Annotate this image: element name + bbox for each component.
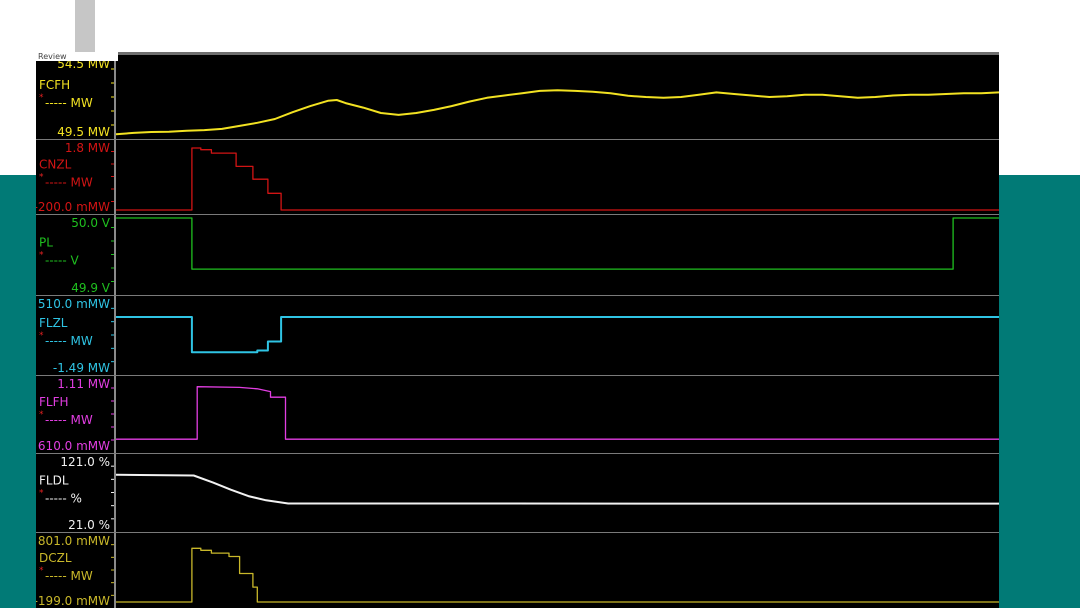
panel-name-dczl: DCZL xyxy=(39,551,72,565)
panel-max-label-fldl: 121.0 % xyxy=(60,455,110,469)
panel-min-label-fcfh: 49.5 MW xyxy=(57,125,110,139)
marker-asterisk-flfh: * xyxy=(39,410,44,420)
gray-tab-decoration xyxy=(75,0,95,52)
panel-max-label-cnzl: 1.8 MW xyxy=(65,141,110,155)
review-window-title: Review xyxy=(36,52,118,61)
panel-unit-fldl: ----- % xyxy=(45,492,82,506)
panel-unit-cnzl: ----- MW xyxy=(45,176,93,190)
marker-asterisk-fcfh: * xyxy=(39,93,44,103)
panel-min-label-cnzl: -200.0 mMW xyxy=(36,200,110,214)
panel-min-label-dczl: -199.0 mMW xyxy=(36,594,110,608)
series-line-cnzl xyxy=(116,147,999,211)
panel-min-label-pl: 49.9 V xyxy=(71,281,111,295)
panel-min-label-fldl: 21.0 % xyxy=(68,518,110,532)
panel-unit-flfh: ----- MW xyxy=(45,413,93,427)
panel-name-fcfh: FCFH xyxy=(39,78,70,92)
panel-name-flfh: FLFH xyxy=(39,395,69,409)
series-line-fldl xyxy=(115,473,999,505)
marker-asterisk-cnzl: * xyxy=(39,173,44,183)
panel-name-cnzl: CNZL xyxy=(39,158,72,172)
panel-unit-dczl: ----- MW xyxy=(45,569,93,583)
panel-unit-fcfh: ----- MW xyxy=(45,96,93,110)
series-line-flfh xyxy=(116,386,999,440)
panel-max-label-pl: 50.0 V xyxy=(71,216,111,230)
panel-max-label-flzl: 510.0 mMW xyxy=(38,297,110,311)
series-line-flzl xyxy=(116,316,999,354)
chart-top-border xyxy=(36,52,999,55)
panel-unit-flzl: ----- MW xyxy=(45,334,93,348)
marker-asterisk-flzl: * xyxy=(39,331,44,341)
panel-max-label-dczl: 801.0 mMW xyxy=(38,534,110,548)
multi-trend-chart: 54.5 MWFCFH* ----- MW49.5 MW1.8 MWCNZL* --… xyxy=(36,52,999,608)
panel-min-label-flzl: -1.49 MW xyxy=(53,361,110,375)
marker-asterisk-fldl: * xyxy=(39,489,44,499)
marker-asterisk-dczl: * xyxy=(39,566,44,576)
series-line-fcfh xyxy=(115,89,999,136)
panel-name-fldl: FLDL xyxy=(39,474,69,488)
panel-max-label-flfh: 1.11 MW xyxy=(57,377,110,391)
panel-name-pl: PL xyxy=(39,236,53,250)
panel-unit-pl: ----- V xyxy=(45,254,79,268)
trend-review-window: 54.5 MW FCFH * ----- MW 49.5 MW 1.8 MW CNZL * --… xyxy=(36,52,999,608)
panel-name-flzl: FLZL xyxy=(39,316,68,330)
series-line-pl xyxy=(116,217,999,270)
label-plot-divider xyxy=(114,52,116,608)
series-line-dczl xyxy=(116,547,999,603)
marker-asterisk-pl: * xyxy=(39,251,44,261)
panel-min-label-flfh: 610.0 mMW xyxy=(38,439,110,453)
